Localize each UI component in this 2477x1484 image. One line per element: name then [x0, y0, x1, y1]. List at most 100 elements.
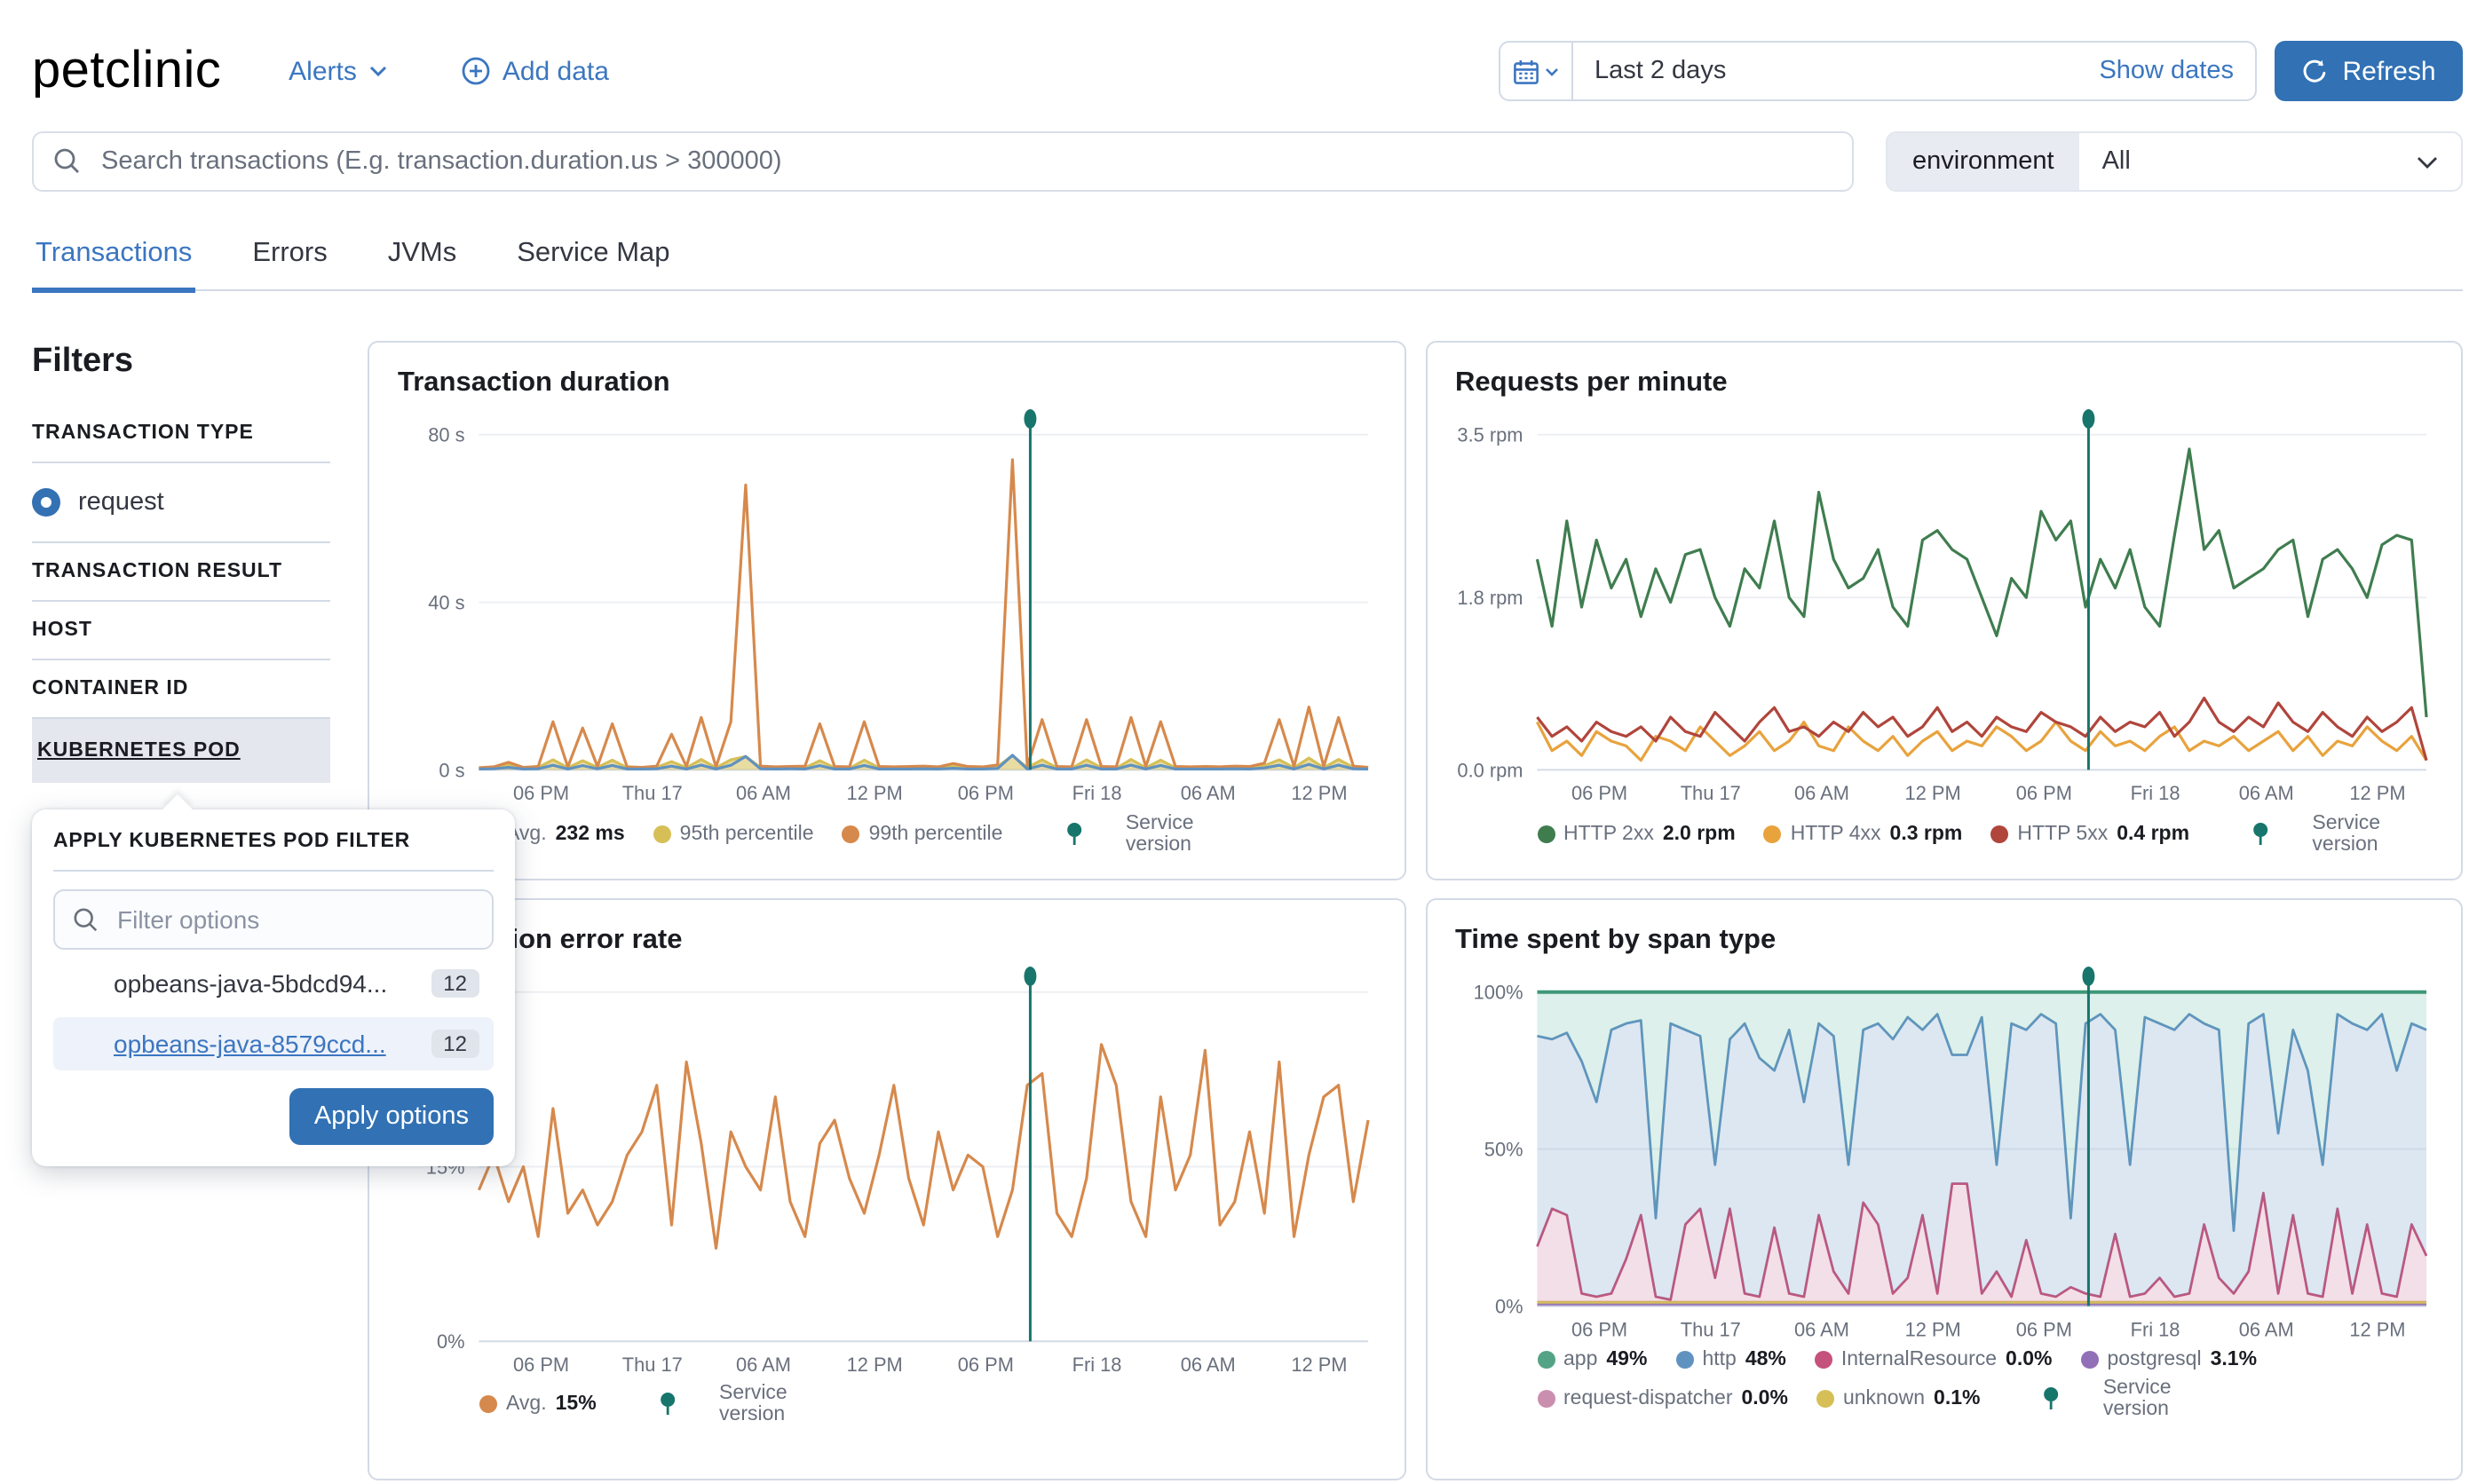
- chart-legend: HTTP 2xx2.0 rpm HTTP 4xx0.3 rpm HTTP 5xx0.…: [1537, 812, 2433, 855]
- x-axis-label: 06 PM: [1571, 782, 1626, 804]
- date-range-value: Last 2 days: [1595, 57, 1726, 85]
- tab-service-map[interactable]: Service Map: [513, 238, 673, 293]
- service-version-pin-icon: [1031, 821, 1116, 846]
- service-version-annotation-marker[interactable]: [1024, 967, 1036, 986]
- y-axis-label: 1.8 rpm: [1456, 587, 1522, 609]
- x-axis-label: 06 AM: [2238, 1318, 2293, 1340]
- legend-item[interactable]: HTTP 2xx2.0 rpm: [1537, 823, 1736, 844]
- legend-item[interactable]: 95th percentile: [653, 823, 814, 844]
- y-axis-label: 40 s: [428, 592, 464, 614]
- refresh-label: Refresh: [2342, 56, 2435, 86]
- legend-item[interactable]: request-dispatcher 0.0%: [1537, 1387, 1788, 1409]
- date-quick-select-button[interactable]: [1499, 41, 1573, 101]
- pod-option-selected[interactable]: opbeans-java-8579ccd... 12: [53, 1017, 494, 1070]
- chart-legend: Avg.232 ms95th percentile99th percentile…: [479, 812, 1375, 855]
- popup-title: APPLY KUBERNETES POD FILTER: [53, 831, 494, 872]
- y-axis-label: 3.5 rpm: [1456, 424, 1522, 446]
- legend-label: request-dispatcher: [1563, 1387, 1733, 1409]
- legend-label: 99th percentile: [869, 823, 1003, 844]
- legend-item[interactable]: Service version: [2008, 1377, 2174, 1419]
- y-axis-label: 0 s: [439, 759, 464, 781]
- pod-option[interactable]: opbeans-java-5bdcd94... 12: [53, 957, 494, 1010]
- legend-item[interactable]: 99th percentile: [843, 823, 1003, 844]
- chart-title: Transaction error rate: [398, 925, 1375, 957]
- legend-value: 49%: [1606, 1348, 1647, 1370]
- charts-grid: Transaction duration 80 s40 s0 s06 PMThu…: [368, 341, 2463, 1480]
- tab-transactions[interactable]: Transactions: [32, 238, 195, 293]
- radio-label: request: [78, 488, 164, 517]
- legend-dot: [2080, 1350, 2098, 1368]
- legend-value: 0.0%: [2006, 1348, 2052, 1370]
- environment-label: environment: [1887, 133, 2079, 190]
- legend-item[interactable]: HTTP 4xx0.3 rpm: [1764, 823, 1963, 844]
- x-axis-label: Thu 17: [1680, 1318, 1740, 1340]
- filter-section-kubernetes-pod[interactable]: KUBERNETES POD: [32, 719, 330, 783]
- search-input[interactable]: [98, 146, 1832, 178]
- legend-item[interactable]: postgresql3.1%: [2080, 1348, 2257, 1370]
- apply-options-button[interactable]: Apply options: [289, 1088, 494, 1145]
- date-range-input[interactable]: Last 2 days Show dates: [1573, 41, 2257, 101]
- legend-item[interactable]: http48%: [1675, 1348, 1785, 1370]
- legend-value: 0.0%: [1742, 1387, 1788, 1409]
- service-title: petclinic: [32, 42, 221, 100]
- refresh-button[interactable]: Refresh: [2275, 41, 2463, 101]
- x-axis-label: 06 PM: [2015, 1318, 2071, 1340]
- service-version-pin-icon: [2008, 1385, 2093, 1410]
- legend-label: Service version: [719, 1384, 791, 1426]
- tab-errors[interactable]: Errors: [249, 238, 330, 293]
- y-axis-label: 80 s: [428, 424, 464, 446]
- legend-label: Service version: [2103, 1377, 2175, 1419]
- x-axis-label: 06 AM: [736, 782, 791, 804]
- legend-label: app: [1563, 1348, 1597, 1370]
- legend-value: 15%: [556, 1394, 597, 1416]
- filter-section-transaction-type[interactable]: TRANSACTION TYPE: [32, 405, 330, 463]
- filter-section-host[interactable]: HOST: [32, 602, 330, 660]
- search-row: environment All: [32, 131, 2463, 192]
- date-picker: Last 2 days Show dates: [1499, 41, 2257, 101]
- legend-label: InternalResource: [1841, 1348, 1997, 1370]
- service-version-annotation-marker[interactable]: [2081, 967, 2093, 986]
- legend-label: 95th percentile: [680, 823, 814, 844]
- service-version-pin-icon: [625, 1393, 710, 1417]
- legend-label: HTTP 2xx: [1563, 823, 1654, 844]
- x-axis-label: 06 PM: [958, 782, 1014, 804]
- filter-section-transaction-result[interactable]: TRANSACTION RESULT: [32, 543, 330, 602]
- legend-item[interactable]: Service version: [625, 1384, 791, 1426]
- x-axis-label: Fri 18: [1072, 1354, 1122, 1376]
- pod-option-count-badge: 12: [431, 969, 479, 998]
- transaction-error-rate-card: Transaction error rate 30%15%0%06 PMThu …: [368, 898, 1405, 1480]
- service-version-annotation-marker[interactable]: [1024, 409, 1036, 429]
- radio-selected-icon[interactable]: [32, 488, 60, 517]
- add-data-label: Add data: [503, 56, 609, 86]
- transaction-type-option-request[interactable]: request: [32, 463, 330, 543]
- y-axis-label: 100%: [1473, 982, 1523, 1004]
- environment-select[interactable]: All: [2079, 133, 2461, 190]
- legend-item[interactable]: unknown0.1%: [1816, 1387, 1981, 1409]
- legend-item[interactable]: app 49%: [1537, 1348, 1647, 1370]
- 99th-percentile-line: [479, 460, 1368, 768]
- legend-label: Avg.: [506, 1394, 547, 1416]
- x-axis-label: Fri 18: [2130, 782, 2180, 804]
- x-axis-label: Thu 17: [622, 782, 683, 804]
- tab-jvms[interactable]: JVMs: [384, 238, 461, 293]
- x-axis-label: 06 AM: [1181, 1354, 1236, 1376]
- legend-item[interactable]: HTTP 5xx0.4 rpm: [1990, 823, 2189, 844]
- legend-label: postgresql: [2107, 1348, 2201, 1370]
- add-data-button[interactable]: Add data: [462, 56, 609, 86]
- legend-dot: [479, 1396, 497, 1414]
- alerts-menu[interactable]: Alerts: [289, 56, 387, 86]
- transaction-duration-chart: 80 s40 s0 s06 PMThu 1706 AM12 PM06 PMFri…: [398, 407, 1375, 812]
- legend-item[interactable]: Service version: [2218, 812, 2384, 855]
- filter-options-input[interactable]: [114, 904, 474, 935]
- legend-item[interactable]: InternalResource 0.0%: [1815, 1348, 2053, 1370]
- legend-item[interactable]: Avg. 15%: [479, 1394, 597, 1416]
- x-axis-label: 06 AM: [736, 1354, 791, 1376]
- y-axis-label: 0.0 rpm: [1456, 759, 1522, 781]
- filter-section-container-id[interactable]: CONTAINER ID: [32, 660, 330, 719]
- pod-option-label: opbeans-java-5bdcd94...: [114, 969, 387, 998]
- x-axis-label: 06 PM: [958, 1354, 1014, 1376]
- x-axis-label: 12 PM: [2348, 1318, 2404, 1340]
- legend-item[interactable]: Service version: [1031, 812, 1197, 855]
- show-dates-link[interactable]: Show dates: [2099, 57, 2234, 85]
- service-version-annotation-marker[interactable]: [2081, 409, 2093, 429]
